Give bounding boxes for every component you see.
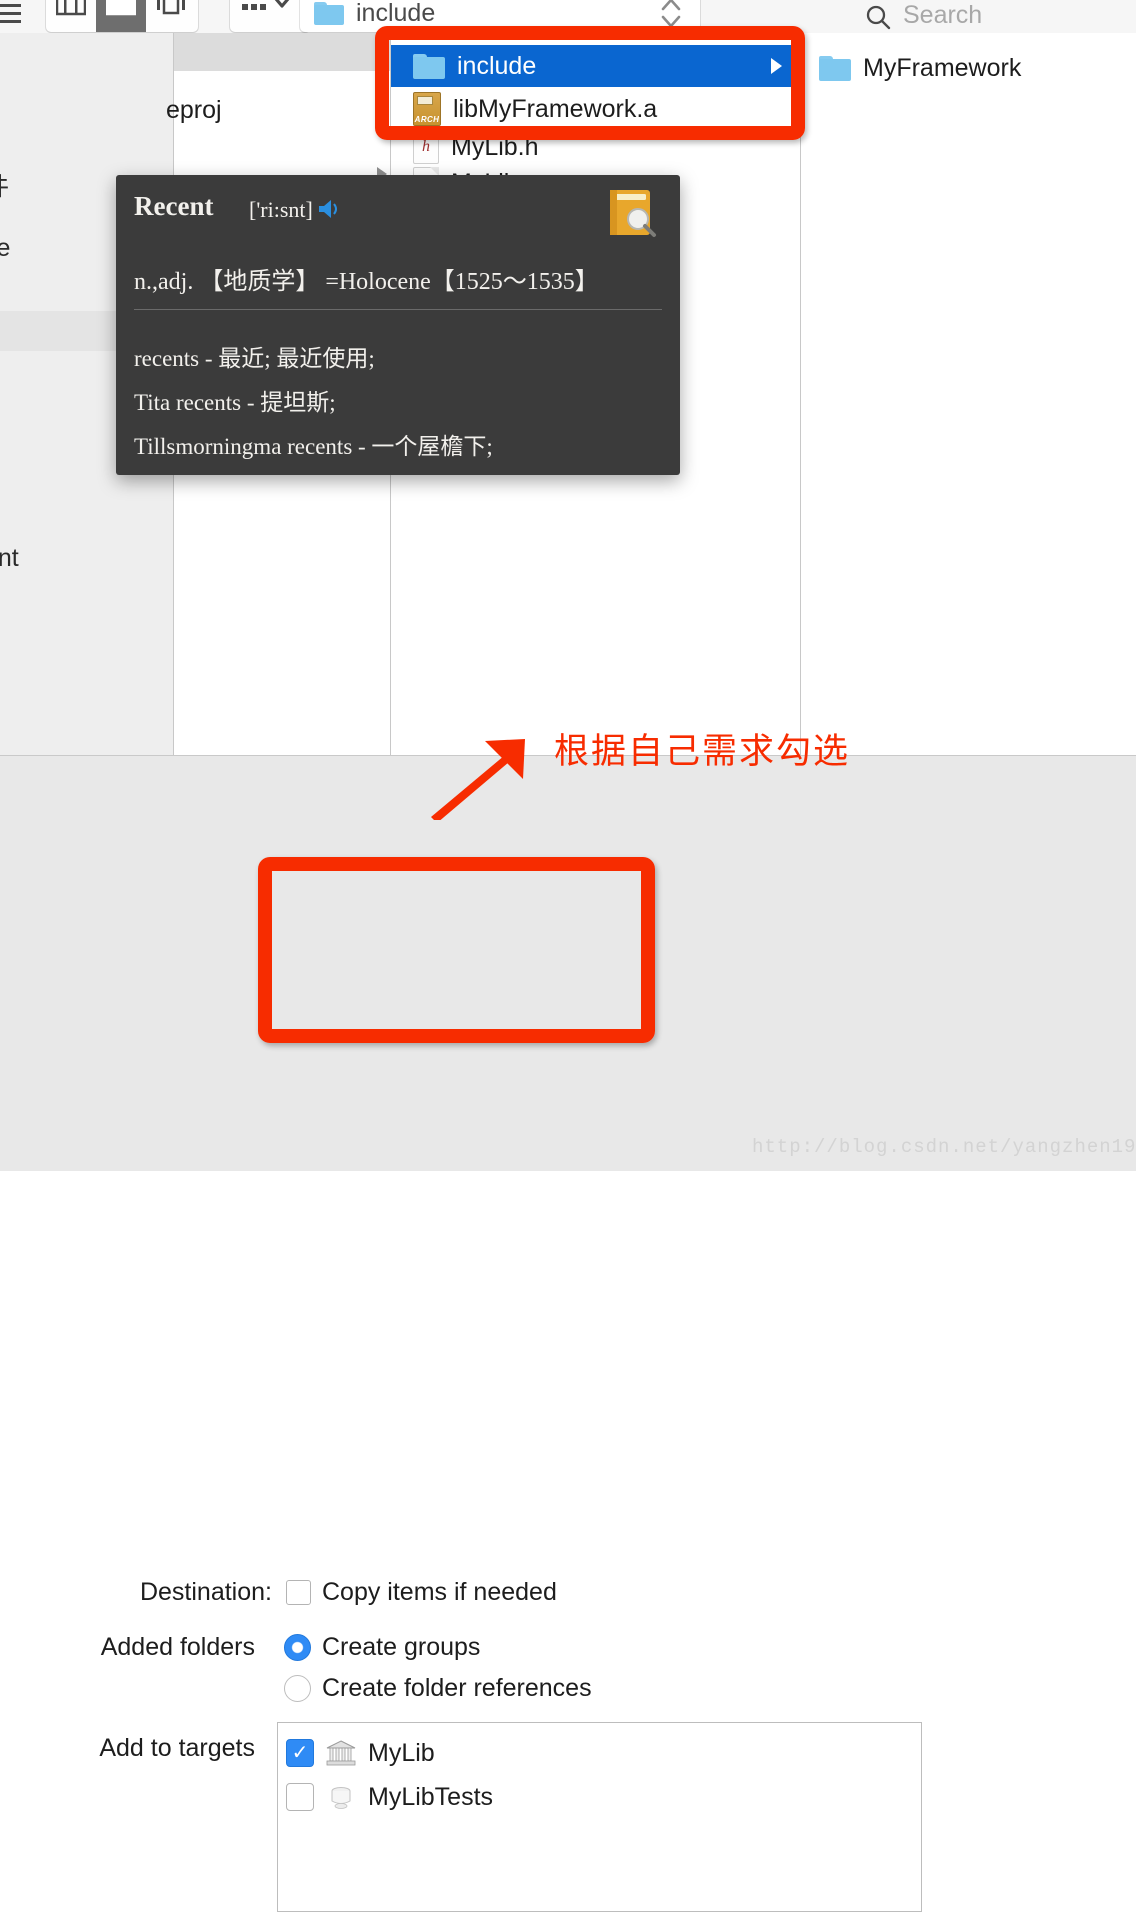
target-label: MyLibTests: [368, 1782, 494, 1811]
folder-icon: [314, 2, 344, 25]
watermark: http://blog.csdn.net/yangzhen19900701: [752, 1136, 1136, 1158]
annotation-highlight-box-files: [375, 26, 805, 140]
radio-create-groups-label: Create groups: [322, 1633, 481, 1661]
add-to-targets-label: Add to targets: [99, 1734, 255, 1762]
column1-selected-row[interactable]: [174, 33, 390, 71]
speaker-icon[interactable]: [316, 197, 342, 226]
sidebar-item-label: 件: [0, 167, 9, 203]
finder-column-3: MyFramework: [801, 33, 1136, 755]
radio-create-folder-references[interactable]: [284, 1675, 311, 1702]
dictionary-example: Tillsmorningma recents - 一个屋檐下;: [134, 434, 493, 459]
radio-create-groups[interactable]: [284, 1634, 311, 1661]
destination-label: Destination:: [139, 1578, 272, 1606]
copy-items-checkbox[interactable]: [286, 1580, 311, 1605]
folder-icon: [819, 55, 851, 81]
target-checkbox[interactable]: [286, 1783, 314, 1811]
copy-items-label: Copy items if needed: [322, 1578, 557, 1606]
target-row-mylib[interactable]: ✓ MyLib: [286, 1731, 435, 1775]
radio-create-folder-references-label: Create folder references: [322, 1674, 592, 1702]
dictionary-definition: n.,adj. 【地质学】 =Holocene【1525～1535】: [134, 269, 599, 295]
view-mode-segmented-control[interactable]: [46, 0, 198, 32]
dictionary-book-icon: [606, 188, 658, 238]
file-name: eproj: [166, 95, 222, 124]
dictionary-divider: [134, 309, 662, 310]
arrow-up-right-icon: [431, 739, 525, 820]
grid-arrange-icon[interactable]: [230, 0, 310, 32]
search-input[interactable]: Search: [865, 0, 982, 33]
hamburger-icon-glyph: [0, 4, 21, 23]
column-view-icon[interactable]: [96, 0, 146, 32]
added-folders-label: Added folders: [100, 1633, 255, 1661]
gallery-view-icon[interactable]: [146, 0, 196, 32]
search-icon: [866, 5, 891, 30]
target-row-mylibtests[interactable]: MyLibTests: [286, 1775, 493, 1819]
test-target-icon: [331, 1787, 351, 1809]
annotation-note-text: 根据自己需求勾选: [554, 732, 851, 772]
path-popup-label: include: [356, 0, 436, 27]
sidebar-item-label: ent: [0, 543, 19, 572]
sidebar-item-label: ve: [0, 233, 11, 262]
file-row-myframework[interactable]: MyFramework: [819, 47, 1021, 89]
library-target-icon: [326, 1740, 356, 1766]
arrange-button[interactable]: [230, 0, 310, 32]
hamburger-icon[interactable]: [0, 0, 26, 33]
list-view-icon[interactable]: [46, 0, 96, 32]
dictionary-example: recents - 最近; 最近使用;: [134, 346, 375, 371]
search-placeholder: Search: [903, 1, 983, 29]
file-name: MyFramework: [863, 53, 1022, 82]
sidebar-item-2[interactable]: ent: [0, 538, 173, 578]
dictionary-example: Tita recents - 提坦斯;: [134, 390, 336, 415]
dictionary-phonetic: ['ri:snt]: [249, 197, 313, 222]
target-checkbox[interactable]: ✓: [286, 1739, 314, 1767]
target-label: MyLib: [368, 1738, 435, 1767]
file-row[interactable]: eproj: [166, 91, 222, 129]
dictionary-word: Recent: [134, 191, 214, 221]
targets-list[interactable]: ✓ MyLib MyLibTests: [277, 1722, 922, 1912]
dictionary-popup: Recent ['ri:snt] n.,adj. 【地质学】 =Holocene…: [116, 175, 680, 475]
annotation-highlight-box-options: [258, 857, 655, 1043]
